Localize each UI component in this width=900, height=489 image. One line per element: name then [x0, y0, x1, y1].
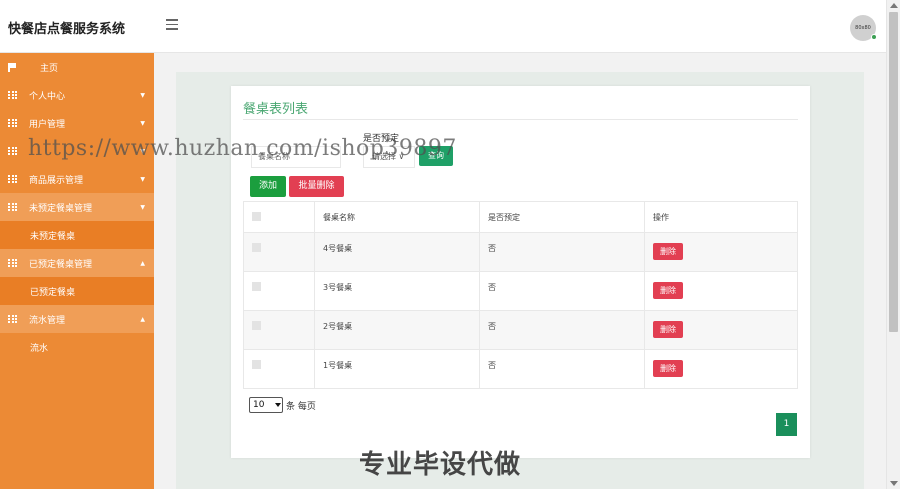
batch-delete-button[interactable]: 批量删除: [289, 176, 344, 197]
title-divider: [243, 119, 798, 120]
row-checkbox[interactable]: [252, 282, 261, 291]
reserved-cell: 否: [479, 232, 645, 272]
row-checkbox-cell: [243, 310, 315, 350]
column-header: 操作: [644, 201, 798, 233]
sidebar-item-label: 已预定餐桌管理: [29, 259, 93, 270]
row-checkbox[interactable]: [252, 321, 261, 330]
grid-icon: [8, 175, 17, 183]
action-cell: 删除: [644, 310, 798, 350]
table-row: 2号餐桌 否 删除: [243, 310, 798, 350]
flag-icon: [8, 62, 16, 72]
table-header-row: 餐桌名称 是否预定 操作: [243, 201, 798, 233]
chevron-down-icon: ▼: [140, 175, 145, 183]
chevron-up-icon: ▲: [140, 315, 145, 323]
sidebar-item-transactions-mgmt[interactable]: 流水管理 ▲: [0, 305, 154, 333]
grid-icon: [8, 203, 17, 211]
page-1-button[interactable]: 1: [776, 413, 797, 436]
sidebar-subitem-unreserved-tables[interactable]: 未预定餐桌: [0, 221, 154, 249]
sidebar-item-products[interactable]: 商品展示管理 ▼: [0, 165, 154, 193]
page-size-suffix: 条 每页: [286, 402, 316, 412]
delete-button[interactable]: 删除: [653, 321, 683, 338]
app-title: 快餐店点餐服务系统: [8, 22, 126, 37]
table-name-cell: 3号餐桌: [314, 271, 480, 311]
sidebar-item-reserved-tables-mgmt[interactable]: 已预定餐桌管理 ▲: [0, 249, 154, 277]
table-row: 4号餐桌 否 删除: [243, 232, 798, 272]
row-checkbox-cell: [243, 271, 315, 311]
sidebar-item-label: 用户管理: [29, 119, 66, 130]
promo-badge-text: 专业毕设代做: [359, 450, 522, 480]
column-header: 餐桌名称: [314, 201, 480, 233]
table-row: 3号餐桌 否 删除: [243, 271, 798, 311]
grid-icon: [8, 119, 17, 127]
reserved-cell: 否: [479, 310, 645, 350]
delete-button[interactable]: 删除: [653, 282, 683, 299]
grid-icon: [8, 259, 17, 267]
column-header: 是否预定: [479, 201, 645, 233]
sidebar-subitem-reserved-tables[interactable]: 已预定餐桌: [0, 277, 154, 305]
sidebar-item-label: 主页: [40, 63, 59, 74]
chevron-up-icon: ▲: [140, 259, 145, 267]
action-cell: 删除: [644, 271, 798, 311]
sidebar-item-label: 流水管理: [29, 315, 66, 326]
top-bar: 快餐店点餐服务系统 80x80: [0, 0, 886, 53]
chevron-down-icon: ▼: [140, 91, 145, 99]
sidebar-subitem-transactions[interactable]: 流水: [0, 333, 154, 361]
row-checkbox-cell: [243, 349, 315, 389]
row-checkbox[interactable]: [252, 360, 261, 369]
action-cell: 删除: [644, 232, 798, 272]
select-all-header: [243, 201, 315, 233]
sidebar-item-home[interactable]: 主页: [0, 53, 154, 81]
action-cell: 删除: [644, 349, 798, 389]
row-checkbox[interactable]: [252, 243, 261, 252]
chevron-down-icon: ▼: [140, 119, 145, 127]
sidebar-item-profile[interactable]: 个人中心 ▼: [0, 81, 154, 109]
tables-table: 餐桌名称 是否预定 操作 4号餐桌 否 删除 3号餐桌 否 删除 2号餐桌 否: [243, 201, 798, 389]
delete-button[interactable]: 删除: [653, 243, 683, 260]
delete-button[interactable]: 删除: [653, 360, 683, 377]
reserved-cell: 否: [479, 271, 645, 311]
table-name-cell: 2号餐桌: [314, 310, 480, 350]
scroll-down-arrow-icon[interactable]: [890, 481, 898, 486]
reserved-cell: 否: [479, 349, 645, 389]
scroll-up-arrow-icon[interactable]: [890, 3, 898, 8]
grid-icon: [8, 315, 17, 323]
sidebar-item-label: 商品展示管理: [29, 175, 84, 186]
table-row: 1号餐桌 否 删除: [243, 349, 798, 389]
hamburger-menu-icon[interactable]: [166, 19, 178, 31]
page-title: 餐桌表列表: [243, 102, 309, 117]
online-status-dot: [871, 34, 877, 40]
chevron-down-icon: [275, 403, 281, 407]
watermark-url: https://www.huzhan.com/ishop39897: [28, 136, 457, 161]
sidebar-item-users[interactable]: 用户管理 ▼: [0, 109, 154, 137]
table-name-cell: 4号餐桌: [314, 232, 480, 272]
row-checkbox-cell: [243, 232, 315, 272]
add-button[interactable]: 添加: [250, 176, 286, 197]
scrollbar-thumb[interactable]: [889, 12, 898, 332]
sidebar-item-unreserved-tables-mgmt[interactable]: 未预定餐桌管理 ▼: [0, 193, 154, 221]
vertical-scrollbar[interactable]: [886, 0, 900, 489]
sidebar-item-label: 未预定餐桌管理: [29, 203, 93, 214]
table-name-cell: 1号餐桌: [314, 349, 480, 389]
sidebar-item-label: 个人中心: [29, 91, 66, 102]
grid-icon: [8, 147, 17, 155]
chevron-down-icon: ▼: [140, 203, 145, 211]
sidebar: 主页 个人中心 ▼ 用户管理 ▼ ▼ 商品展示管理 ▼ 未预定餐桌管理 ▼ 未预…: [0, 53, 154, 489]
grid-icon: [8, 91, 17, 99]
select-all-checkbox[interactable]: [252, 212, 261, 221]
